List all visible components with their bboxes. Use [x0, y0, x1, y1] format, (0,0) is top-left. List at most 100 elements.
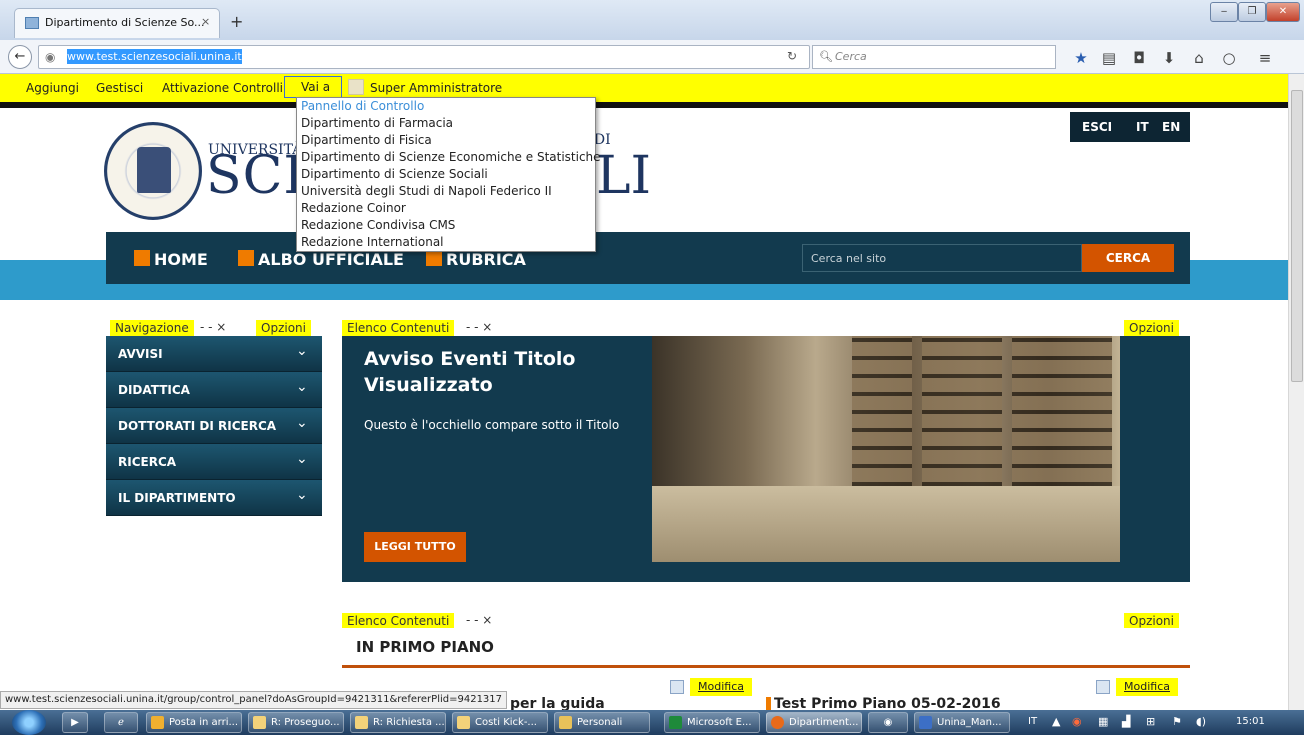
word-icon [919, 716, 932, 729]
portlet-controls[interactable]: - - × [200, 320, 226, 334]
media-player-icon[interactable]: ▶ [62, 712, 88, 733]
search-icon: 🔍︎ [819, 50, 833, 63]
site-search-button[interactable]: CERCA [1082, 244, 1174, 272]
dropdown-item[interactable]: Redazione Condivisa CMS [301, 218, 455, 232]
dockbar-user[interactable]: Super Amministratore [370, 81, 502, 95]
menu-icon[interactable]: ≡ [1254, 49, 1276, 67]
taskbar-item[interactable]: Unina_Man... [914, 712, 1010, 733]
dropdown-item[interactable]: Dipartimento di Scienze Sociali [301, 167, 488, 181]
url-text[interactable]: www.test.scienzesociali.unina.it [67, 49, 242, 64]
dockbar-go-to-button[interactable]: Vai a [284, 76, 342, 98]
internet-explorer-icon[interactable]: ℯ [104, 712, 138, 733]
new-tab-button[interactable]: + [230, 12, 243, 31]
tray-arrow-icon[interactable]: ▲ [1052, 715, 1060, 728]
site-identity-icon[interactable]: ◉ [45, 50, 55, 64]
chrome-icon[interactable]: ◉ [868, 712, 908, 733]
browser-search-input[interactable]: 🔍︎ Cerca [812, 45, 1056, 69]
bookmark-star-icon[interactable]: ★ [1070, 49, 1092, 67]
lang-it-button[interactable]: IT [1136, 120, 1149, 134]
input-language[interactable]: IT [1028, 716, 1037, 727]
nav-item-ricerca[interactable]: RICERCA ⌄ [106, 444, 322, 480]
browser-tab[interactable]: Dipartimento di Scienze So... × [14, 8, 220, 38]
nav-item-didattica[interactable]: DIDATTICA ⌄ [106, 372, 322, 408]
lang-en-button[interactable]: EN [1162, 120, 1180, 134]
tray-network-icon[interactable]: ▦ [1098, 715, 1108, 728]
start-button[interactable] [12, 710, 46, 735]
home-icon[interactable]: ⌂ [1188, 49, 1210, 67]
taskbar-item[interactable]: R: Richiesta ... [350, 712, 446, 733]
chat-icon[interactable]: ○ [1218, 49, 1240, 67]
user-avatar[interactable] [348, 79, 364, 95]
featured-section-header: IN PRIMO PIANO [342, 628, 1190, 668]
nav-item-dottorati[interactable]: DOTTORATI DI RICERCA ⌄ [106, 408, 322, 444]
menu-home[interactable]: HOME [154, 250, 208, 269]
bookmarks-list-icon[interactable]: ▤ [1098, 49, 1120, 67]
dockbar-manage[interactable]: Gestisci [96, 81, 143, 95]
portlet-options[interactable]: Opzioni [1124, 320, 1179, 336]
downloads-icon[interactable]: ⬇ [1158, 49, 1180, 67]
clock[interactable]: 15:01 [1236, 716, 1265, 727]
photo-shelf [1012, 336, 1112, 486]
status-url-tooltip: www.test.scienzesociali.unina.it/group/c… [0, 691, 508, 709]
edit-button[interactable]: Modifica [690, 678, 752, 696]
maximize-button[interactable]: ❐ [1238, 2, 1266, 22]
browser-navigation-bar: ← ◉ www.test.scienzesociali.unina.it ↻ 🔍… [0, 40, 1304, 74]
edit-button[interactable]: Modifica [1116, 678, 1178, 696]
admin-dockbar: Aggiungi Gestisci Attivazione Controlli … [0, 74, 1296, 102]
taskbar-item[interactable]: Microsoft E... [664, 712, 760, 733]
close-window-button[interactable]: ✕ [1266, 2, 1300, 22]
dockbar-toggle-controls[interactable]: Attivazione Controlli [162, 81, 283, 95]
nav-item-label: AVVISI [118, 347, 163, 361]
reload-icon[interactable]: ↻ [787, 49, 797, 63]
pocket-icon[interactable]: ◘ [1128, 49, 1150, 67]
nav-item-avvisi[interactable]: AVVISI ⌄ [106, 336, 322, 372]
hero-title[interactable]: Avviso Eventi Titolo Visualizzato [364, 346, 644, 398]
vertical-scrollbar[interactable] [1288, 74, 1304, 710]
signal-icon[interactable]: ▟ [1122, 715, 1130, 728]
taskbar-item[interactable]: Personali [554, 712, 650, 733]
site-search-input[interactable]: Cerca nel sito [802, 244, 1082, 272]
excel-icon [669, 716, 682, 729]
taskbar-item[interactable]: Dipartiment... [766, 712, 862, 733]
portlet-controls[interactable]: - - × [466, 613, 492, 627]
action-center-flag-icon[interactable]: ⚑ [1172, 715, 1182, 728]
dropdown-item[interactable]: Università degli Studi di Napoli Federic… [301, 184, 552, 198]
portlet-options[interactable]: Opzioni [256, 320, 311, 336]
taskbar-item-label: Microsoft E... [687, 717, 752, 728]
dropdown-item[interactable]: Redazione International [301, 235, 444, 249]
tab-close-icon[interactable]: × [201, 15, 210, 28]
dropdown-item[interactable]: Redazione Coinor [301, 201, 406, 215]
dropdown-item[interactable]: Dipartimento di Scienze Economiche e Sta… [301, 150, 601, 164]
url-bar[interactable]: ◉ www.test.scienzesociali.unina.it ↻ [38, 45, 810, 69]
back-button[interactable]: ← [8, 45, 32, 69]
nav-item-dipartimento[interactable]: IL DIPARTIMENTO ⌄ [106, 480, 322, 516]
scrollbar-thumb[interactable] [1291, 90, 1303, 382]
portlet-options[interactable]: Opzioni [1124, 613, 1179, 629]
university-seal-logo[interactable] [104, 122, 202, 220]
chevron-down-icon: ⌄ [296, 487, 308, 503]
photo-shelf [852, 336, 912, 486]
logout-button[interactable]: ESCI [1082, 120, 1112, 134]
taskbar-item[interactable]: Posta in arri... [146, 712, 242, 733]
taskbar-item[interactable]: R: Proseguo... [248, 712, 344, 733]
read-more-button[interactable]: LEGGI TUTTO [364, 532, 466, 562]
tray-device-icon[interactable]: ⊞ [1146, 715, 1155, 728]
dropdown-item[interactable]: Dipartimento di Fisica [301, 133, 432, 147]
menu-rubrica[interactable]: RUBRICA [446, 250, 526, 269]
dropdown-item[interactable]: Pannello di Controllo [301, 99, 424, 113]
taskbar-item-label: Costi Kick-... [475, 717, 537, 728]
edit-icon[interactable] [670, 680, 684, 694]
dockbar-add[interactable]: Aggiungi [26, 81, 79, 95]
portlet-controls[interactable]: - - × [466, 320, 492, 334]
featured-title: IN PRIMO PIANO [356, 638, 494, 656]
portlet-label-navigation: Navigazione [110, 320, 194, 336]
minimize-button[interactable]: ‒ [1210, 2, 1238, 22]
menu-albo[interactable]: ALBO UFFICIALE [258, 250, 404, 269]
edit-icon[interactable] [1096, 680, 1110, 694]
taskbar-item[interactable]: Costi Kick-... [452, 712, 548, 733]
mail-icon [355, 716, 368, 729]
volume-icon[interactable]: ◖) [1196, 715, 1206, 728]
mail-icon [253, 716, 266, 729]
dropdown-item[interactable]: Dipartimento di Farmacia [301, 116, 453, 130]
tray-app-icon[interactable]: ◉ [1072, 715, 1082, 728]
